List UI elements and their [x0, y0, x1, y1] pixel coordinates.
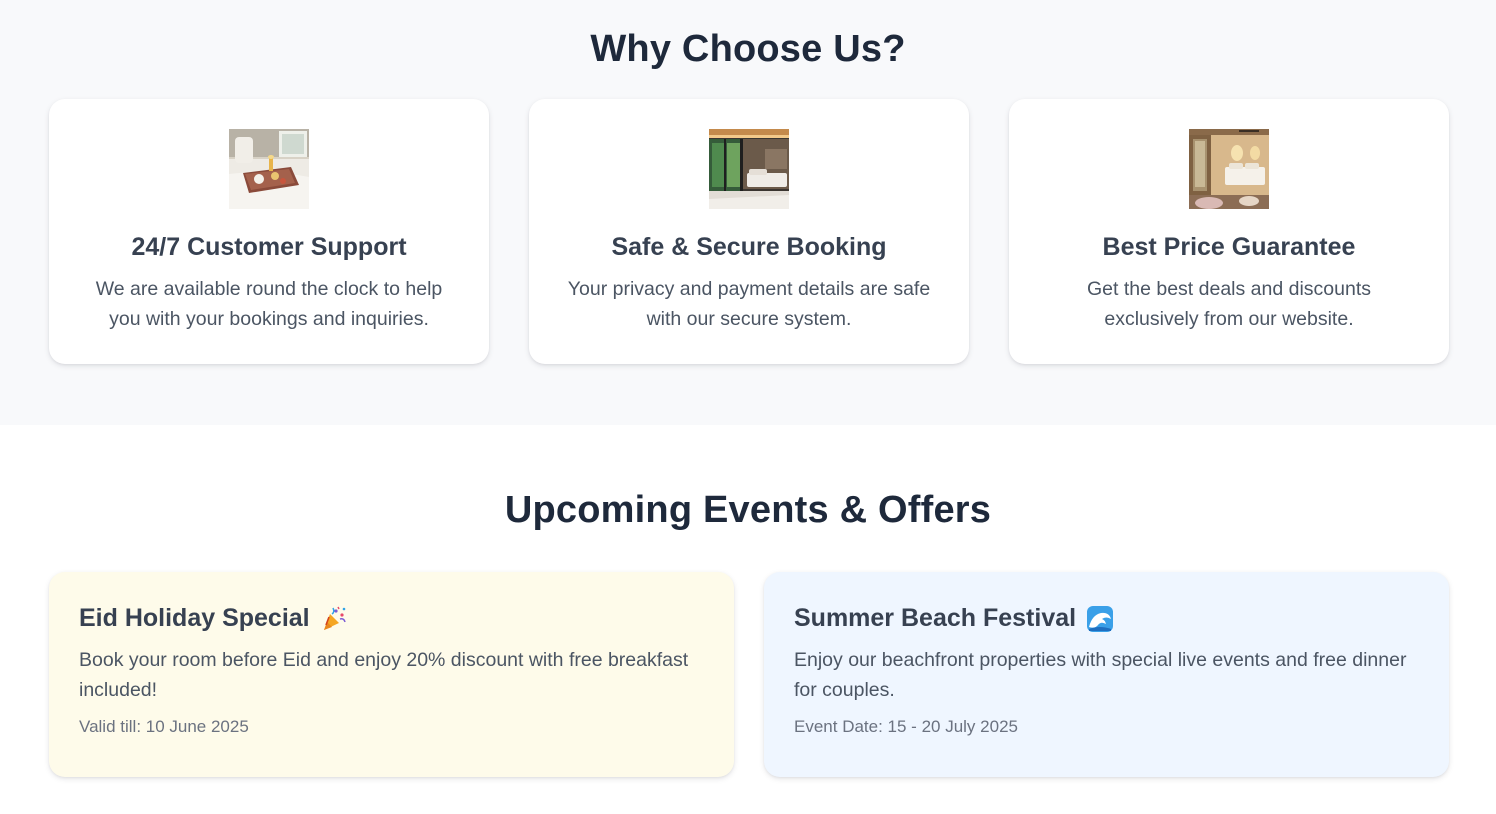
offer-card-eid: Eid Holiday Special Book your room befor… [49, 572, 734, 777]
offer-title-row: Eid Holiday Special [79, 604, 704, 633]
offer-title: Summer Beach Festival [794, 604, 1077, 632]
modern-bedroom-photo [709, 129, 789, 209]
feature-title: Best Price Guarantee [1102, 233, 1356, 261]
feature-card-support: 24/7 Customer Support We are available r… [49, 99, 489, 364]
offer-title-row: Summer Beach Festival [794, 604, 1419, 633]
offer-title: Eid Holiday Special [79, 604, 310, 632]
feature-card-best-price: Best Price Guarantee Get the best deals … [1009, 99, 1449, 364]
breakfast-tray-photo [229, 129, 309, 209]
offer-validity: Valid till: 10 June 2025 [79, 717, 249, 736]
luxury-hotel-room-photo [1189, 129, 1269, 209]
feature-title: 24/7 Customer Support [131, 233, 407, 261]
offer-description: Enjoy our beachfront properties with spe… [794, 649, 1407, 701]
party-popper-icon [323, 606, 346, 630]
events-offers-title: Upcoming Events & Offers [504, 489, 992, 531]
why-choose-us-section: Why Choose Us? 24/7 Customer Support We [0, 0, 1496, 425]
offer-event-date: Event Date: 15 - 20 July 2025 [794, 717, 1018, 736]
feature-card-secure-booking: Safe & Secure Booking Your privacy and p… [529, 99, 969, 364]
offers-list: Eid Holiday Special Book your room befor… [0, 572, 1496, 777]
feature-title: Safe & Secure Booking [611, 233, 887, 261]
events-offers-section: Upcoming Events & Offers Eid Holiday Spe… [0, 425, 1496, 777]
features-list: 24/7 Customer Support We are available r… [0, 99, 1496, 364]
feature-description: Get the best deals and discounts exclusi… [1086, 278, 1372, 330]
offer-card-summer-festival: Summer Beach Festival Enjoy our beachfro… [764, 572, 1449, 777]
feature-description: Your privacy and payment details are saf… [567, 278, 931, 330]
why-choose-us-title: Why Choose Us? [590, 28, 906, 70]
offer-description: Book your room before Eid and enjoy 20% … [79, 649, 689, 701]
feature-description: We are available round the clock to help… [95, 278, 443, 330]
wave-icon [1087, 605, 1114, 632]
